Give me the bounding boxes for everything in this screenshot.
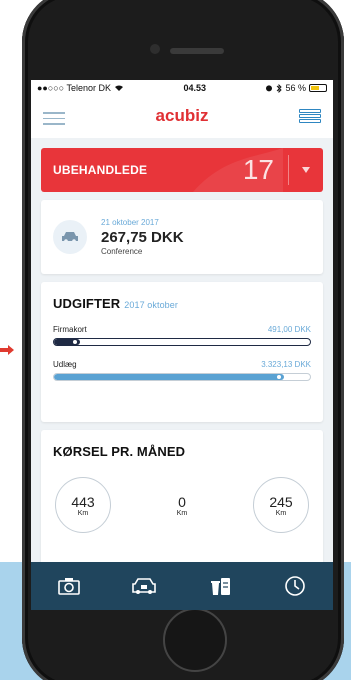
- expense-category: Conference: [101, 247, 143, 256]
- expenses-title: UDGIFTER 2017 oktober: [53, 296, 311, 311]
- expenses-card[interactable]: UDGIFTER 2017 oktober Firmakort 491,00 DKK…: [41, 282, 323, 422]
- alarm-icon: [266, 85, 273, 92]
- stage: ●●○○○ Telenor DK 04.53 56 % acubiz UBEHA…: [0, 0, 351, 680]
- driving-card[interactable]: KØRSEL PR. MÅNED 443 Km 0 Km 245 Km: [41, 430, 323, 570]
- camera-icon[interactable]: [49, 566, 89, 606]
- battery-percent: 56 %: [285, 83, 306, 93]
- bluetooth-icon: [277, 83, 283, 93]
- month-2-km[interactable]: 0 Km: [154, 477, 210, 533]
- row-value: 491,00 DKK: [267, 325, 311, 334]
- unprocessed-banner[interactable]: UBEHANDLEDE 17: [41, 148, 323, 192]
- latest-expense-info: 21 oktober 2017 267,75 DKK Conference: [101, 218, 184, 256]
- expenses-title-text: UDGIFTER: [53, 296, 121, 311]
- car-icon[interactable]: [124, 566, 164, 606]
- km-value: 245: [269, 493, 293, 510]
- expense-date: 21 oktober 2017: [101, 218, 159, 227]
- month-3-km[interactable]: 245 Km: [253, 477, 309, 533]
- row-label: Udlæg: [53, 360, 77, 369]
- car-icon: [53, 220, 87, 254]
- app-screen: ●●○○○ Telenor DK 04.53 56 % acubiz UBEHA…: [31, 80, 333, 610]
- progress-fill: [54, 374, 285, 380]
- company-card-progress-bar: [53, 338, 311, 346]
- stack-menu-icon[interactable]: [299, 108, 321, 126]
- coffee-receipt-icon[interactable]: [200, 566, 240, 606]
- bottom-tab-bar: [31, 562, 333, 610]
- home-button[interactable]: [163, 608, 227, 672]
- row-label: Firmakort: [53, 325, 87, 334]
- row-value: 3.323,13 DKK: [261, 360, 311, 369]
- km-value: 443: [71, 493, 95, 510]
- status-time: 04.53: [183, 83, 207, 93]
- menu-icon[interactable]: [43, 108, 65, 126]
- arrow-pointer-icon: [0, 345, 14, 355]
- chevron-down-icon[interactable]: [289, 167, 323, 173]
- brand-logo: acubiz: [155, 106, 209, 125]
- km-unit: Km: [275, 509, 287, 517]
- wifi-icon: [115, 85, 124, 91]
- month-1-km[interactable]: 443 Km: [55, 477, 111, 533]
- km-unit: Km: [77, 509, 89, 517]
- carrier-label: ●●○○○ Telenor DK: [37, 83, 112, 93]
- progress-dot: [72, 340, 77, 344]
- driving-title: KØRSEL PR. MÅNED: [53, 444, 186, 459]
- unprocessed-count: 17: [242, 154, 274, 185]
- clock-icon[interactable]: [275, 566, 315, 606]
- expense-row-outlay[interactable]: Udlæg 3.323,13 DKK: [53, 360, 311, 381]
- expense-row-company-card[interactable]: Firmakort 491,00 DKK: [53, 325, 311, 346]
- expenses-period: 2017 oktober: [124, 300, 178, 310]
- app-bar: acubiz: [31, 96, 333, 138]
- expense-amount: 267,75 DKK: [101, 229, 184, 246]
- outlay-progress-bar: [53, 373, 311, 381]
- km-unit: Km: [176, 509, 188, 517]
- battery-icon: [309, 84, 327, 92]
- speaker: [170, 48, 224, 54]
- progress-dot: [277, 375, 282, 379]
- km-value: 0: [178, 493, 186, 510]
- driving-month-list: 443 Km 0 Km 245 Km: [53, 477, 311, 533]
- progress-fill: [54, 339, 80, 345]
- status-bar: ●●○○○ Telenor DK 04.53 56 %: [31, 80, 333, 96]
- latest-expense-card[interactable]: 21 oktober 2017 267,75 DKK Conference: [41, 200, 323, 274]
- front-camera: [150, 44, 160, 54]
